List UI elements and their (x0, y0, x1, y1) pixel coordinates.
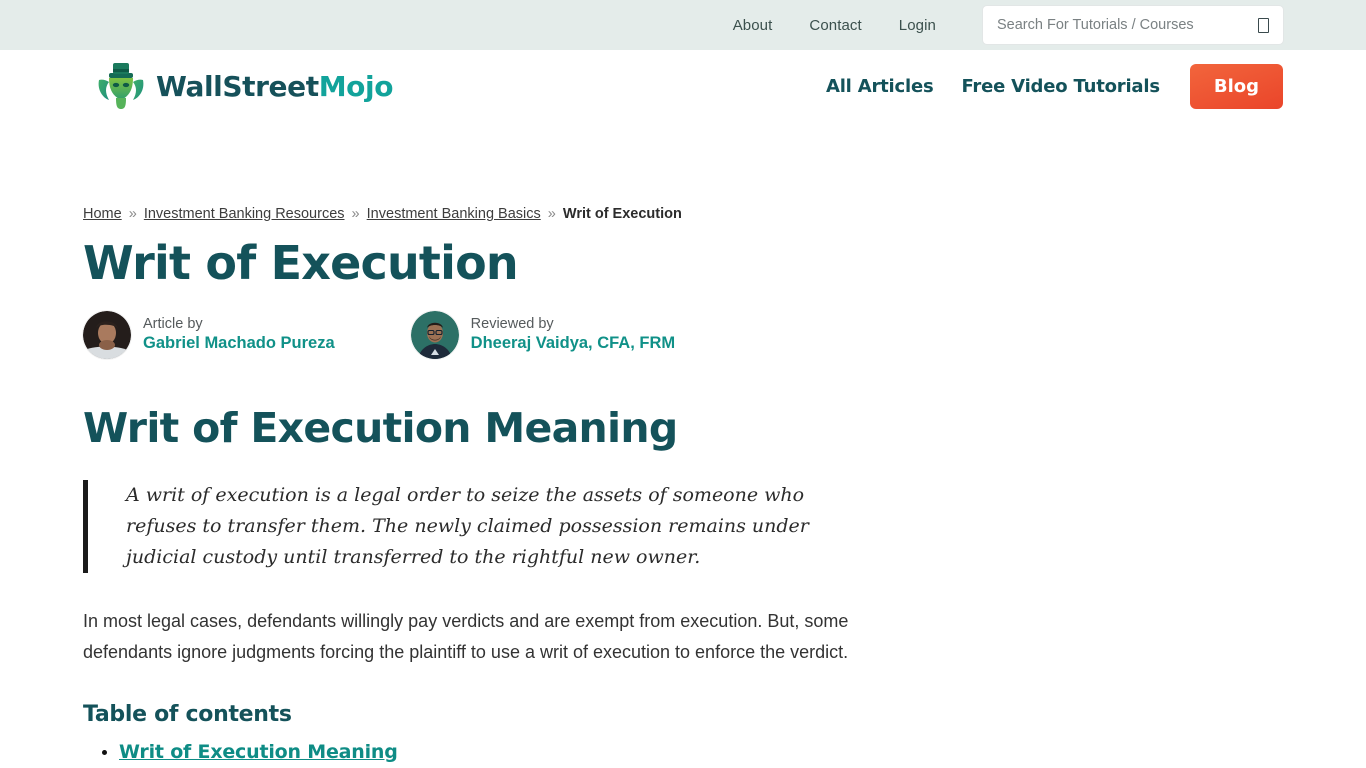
byline-author-meta: Article by Gabriel Machado Pureza (143, 315, 335, 354)
breadcrumb-separator: » (547, 206, 556, 222)
byline-author-role: Article by (143, 316, 203, 333)
definition-blockquote: A writ of execution is a legal order to … (83, 479, 900, 573)
search-icon[interactable] (1258, 17, 1269, 33)
breadcrumb-item-home[interactable]: Home (83, 206, 122, 222)
byline-row: Article by Gabriel Machado Pureza Review… (83, 310, 900, 359)
reviewer-avatar (410, 310, 459, 359)
article-content: Home » Investment Banking Resources » In… (0, 206, 900, 763)
breadcrumb-separator: » (128, 206, 137, 222)
nav-link-all-articles[interactable]: All Articles (826, 76, 934, 97)
table-of-contents-title: Table of contents (83, 701, 292, 727)
breadcrumb-item-investment-banking-basics[interactable]: Investment Banking Basics (367, 206, 541, 222)
section-heading-meaning: Writ of Execution Meaning (83, 403, 678, 452)
logo-word-wallstreet: WallStreet (156, 69, 319, 103)
breadcrumb: Home » Investment Banking Resources » In… (83, 206, 900, 222)
site-header: WallStreetMojo All Articles Free Video T… (0, 50, 1366, 122)
toc-link-writ-of-execution-meaning[interactable]: Writ of Execution Meaning (119, 741, 398, 763)
page-title: Writ of Execution (83, 236, 519, 290)
main-navigation: All Articles Free Video Tutorials Blog (826, 63, 1283, 109)
list-item: Writ of Execution Meaning (119, 741, 900, 763)
logo-word-mojo: Mojo (318, 69, 394, 103)
table-of-contents-list: Writ of Execution Meaning (83, 741, 900, 763)
top-utility-nav: About Contact Login (733, 17, 936, 34)
site-logo-link[interactable]: WallStreetMojo (95, 60, 393, 112)
nav-link-free-video-tutorials[interactable]: Free Video Tutorials (961, 76, 1160, 97)
intro-paragraph: In most legal cases, defendants willingl… (83, 610, 849, 662)
definition-text: A writ of execution is a legal order to … (126, 483, 809, 568)
byline-author-name[interactable]: Gabriel Machado Pureza (143, 334, 335, 352)
breadcrumb-item-current: Writ of Execution (562, 206, 682, 222)
top-link-login[interactable]: Login (899, 17, 936, 34)
search-input[interactable] (995, 16, 1258, 34)
bull-with-top-hat-logo-icon (95, 60, 147, 112)
top-link-contact[interactable]: Contact (809, 17, 861, 34)
blog-button[interactable]: Blog (1189, 63, 1283, 109)
site-logo-wordmark: WallStreetMojo (156, 70, 393, 103)
breadcrumb-item-investment-banking-resources[interactable]: Investment Banking Resources (144, 206, 345, 222)
top-link-about[interactable]: About (733, 17, 773, 34)
byline-author: Article by Gabriel Machado Pureza (83, 310, 335, 359)
byline-reviewer: Reviewed by Dheeraj Vaidya, CFA, FRM (410, 310, 675, 359)
byline-reviewer-role: Reviewed by (470, 316, 554, 333)
byline-reviewer-name[interactable]: Dheeraj Vaidya, CFA, FRM (471, 334, 675, 352)
byline-reviewer-meta: Reviewed by Dheeraj Vaidya, CFA, FRM (471, 315, 675, 354)
author-avatar (83, 310, 131, 359)
search-box[interactable] (983, 6, 1283, 44)
breadcrumb-separator: » (351, 206, 360, 222)
top-utility-bar: About Contact Login (0, 0, 1366, 50)
